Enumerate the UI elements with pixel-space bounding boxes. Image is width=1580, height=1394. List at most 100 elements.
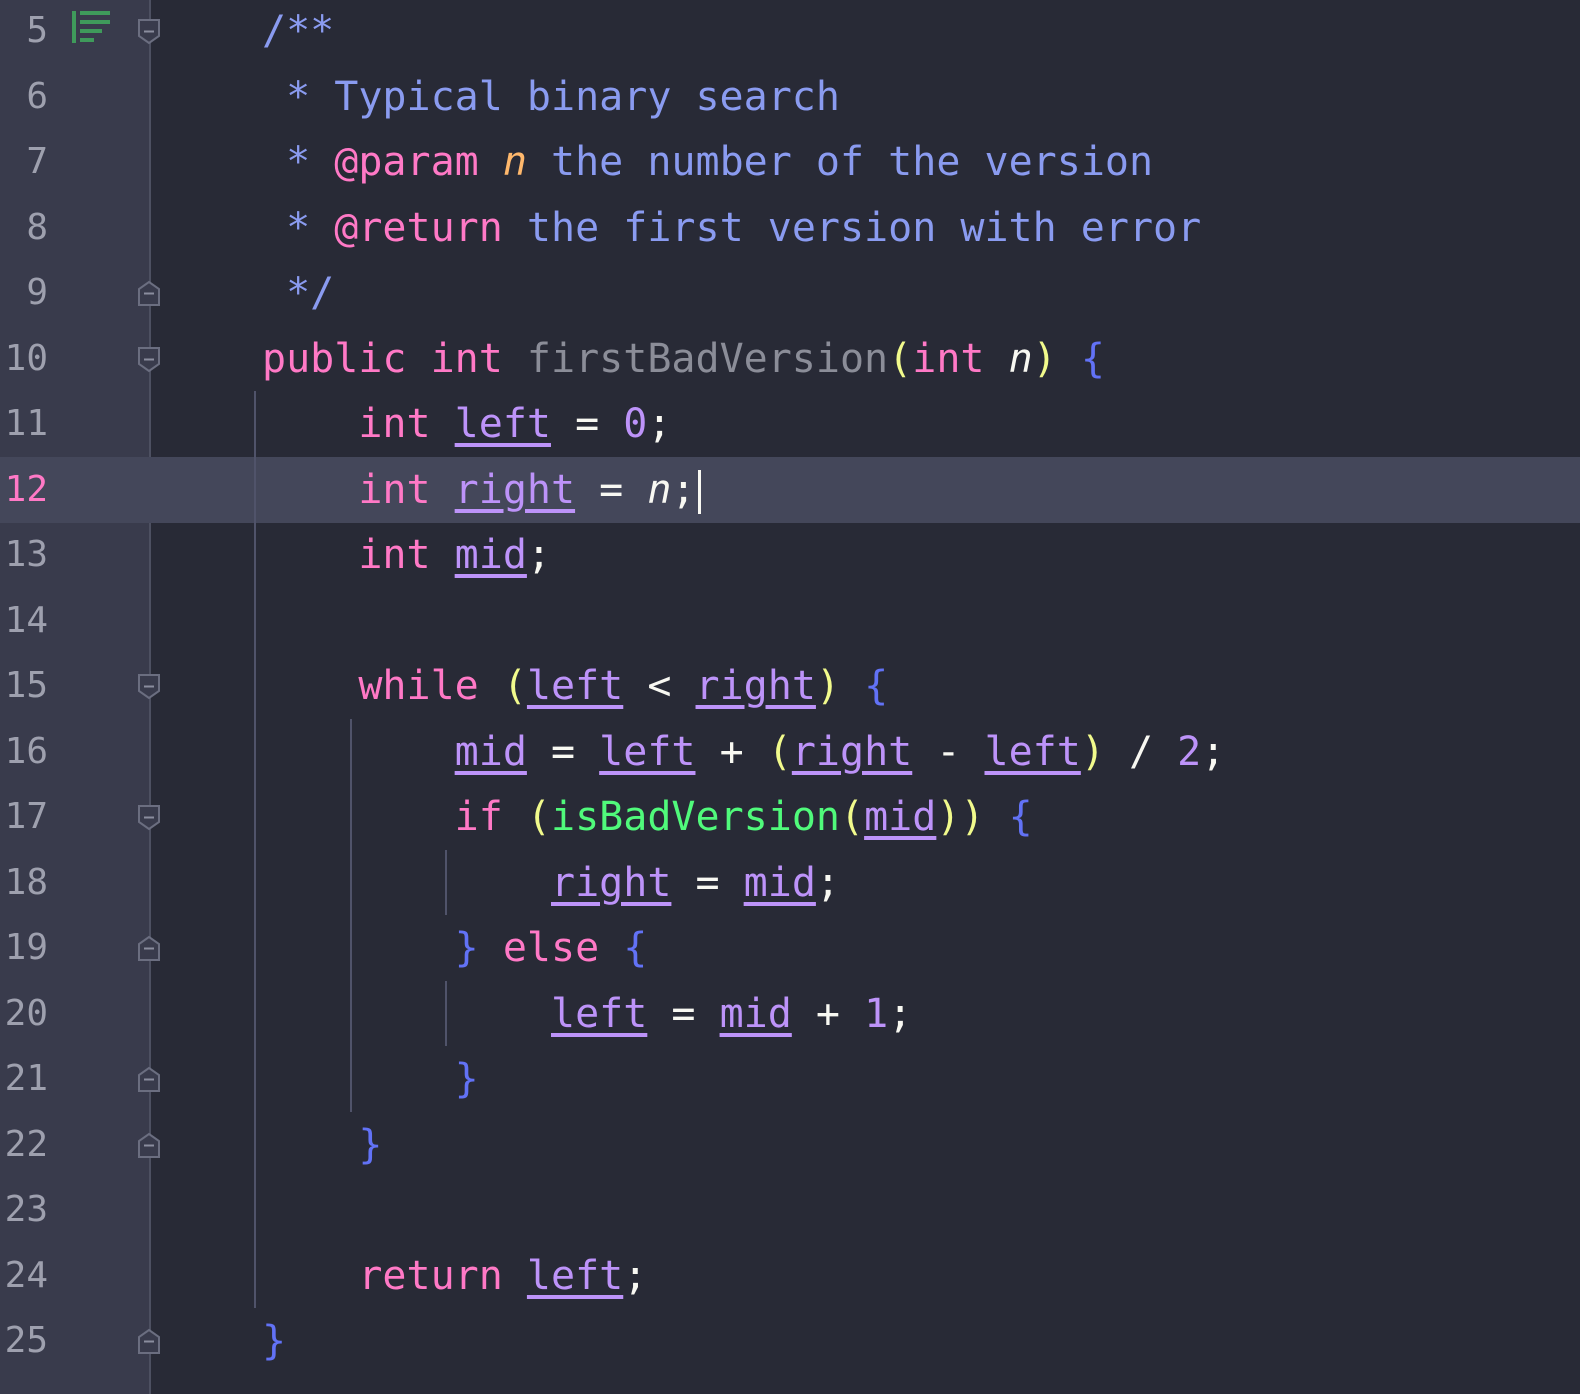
line-number[interactable]: 6 xyxy=(0,64,48,130)
fold-end-icon[interactable] xyxy=(137,1328,161,1355)
code-line[interactable]: 9 */ xyxy=(0,260,1580,326)
code-text[interactable]: mid = left + (right - left) / 2; xyxy=(262,719,1226,785)
code-token: = xyxy=(550,401,624,447)
code-text[interactable]: int mid; xyxy=(262,522,551,588)
code-text[interactable]: /** xyxy=(262,0,334,64)
line-number[interactable]: 13 xyxy=(0,522,48,588)
code-line[interactable]: 10 public int firstBadVersion(int n) { xyxy=(0,326,1580,392)
line-number[interactable]: 5 xyxy=(0,0,48,64)
code-line[interactable]: 6 * Typical binary search xyxy=(0,64,1580,130)
code-line[interactable]: 7 * @param n the number of the version xyxy=(0,129,1580,195)
code-line[interactable]: 5 /** xyxy=(0,0,1580,64)
code-text[interactable]: * @return the first version with error xyxy=(262,195,1201,261)
fold-collapse-icon[interactable] xyxy=(137,673,161,700)
code-editor[interactable]: 5/** 6 * Typical binary search 7 * @param … xyxy=(0,0,1580,1394)
fold-collapse-icon[interactable] xyxy=(137,18,161,45)
comment-token: /** xyxy=(262,8,335,54)
structure-bookmark-icon[interactable] xyxy=(72,11,112,43)
fold-collapse-icon[interactable] xyxy=(137,346,161,373)
line-number[interactable]: 19 xyxy=(0,915,48,981)
line-number[interactable]: 21 xyxy=(0,1046,48,1112)
code-line[interactable]: 8 * @return the first version with error xyxy=(0,195,1580,261)
comment-token: * xyxy=(262,204,335,251)
variable-token: right xyxy=(695,663,816,709)
line-number[interactable]: 10 xyxy=(0,326,48,392)
code-token: } xyxy=(454,1056,479,1102)
line-number[interactable]: 17 xyxy=(0,784,48,850)
line-number[interactable]: 16 xyxy=(0,719,48,785)
code-text[interactable]: left = mid + 1; xyxy=(262,981,912,1047)
code-line[interactable]: 16 mid = left + (right - left) / 2; xyxy=(0,719,1580,785)
code-line[interactable]: 15 while (left < right) { xyxy=(0,653,1580,719)
line-number[interactable]: 9 xyxy=(0,260,48,326)
line-number[interactable]: 8 xyxy=(0,195,48,261)
code-token: 2 xyxy=(1177,728,1202,775)
code-text[interactable]: return left; xyxy=(262,1243,647,1309)
line-number[interactable]: 25 xyxy=(0,1308,48,1374)
code-line[interactable]: 25} xyxy=(0,1308,1580,1374)
line-number[interactable]: 11 xyxy=(0,391,48,457)
keyword-token: return xyxy=(358,1252,503,1299)
code-token: ( xyxy=(840,794,865,840)
code-text[interactable]: public int firstBadVersion(int n) { xyxy=(262,326,1105,392)
line-number[interactable]: 14 xyxy=(0,588,48,654)
code-text[interactable]: right = mid; xyxy=(262,850,840,916)
code-token: { xyxy=(1008,794,1033,840)
code-token: } xyxy=(358,1121,383,1168)
fold-collapse-icon[interactable] xyxy=(137,804,161,831)
fold-end-icon[interactable] xyxy=(137,935,161,962)
code-text[interactable]: } xyxy=(262,1308,286,1374)
code-text[interactable]: int left = 0; xyxy=(262,391,671,457)
code-line[interactable]: 18 right = mid; xyxy=(0,850,1580,916)
text-caret xyxy=(697,469,701,514)
code-token: ; xyxy=(671,466,696,513)
code-text[interactable]: * Typical binary search xyxy=(262,64,840,130)
fold-end-icon[interactable] xyxy=(137,1132,161,1159)
code-text[interactable]: */ xyxy=(262,260,334,326)
keyword-token: int xyxy=(358,532,455,578)
line-number[interactable]: 20 xyxy=(0,981,48,1047)
code-text[interactable]: if (isBadVersion(mid)) { xyxy=(262,784,1033,850)
code-line[interactable]: 22 } xyxy=(0,1112,1580,1178)
code-token: firstBadVersion xyxy=(526,335,889,382)
code-line[interactable]: 17 if (isBadVersion(mid)) { xyxy=(0,784,1580,850)
line-number[interactable]: 12 xyxy=(0,457,48,523)
line-number[interactable]: 15 xyxy=(0,653,48,719)
code-text[interactable]: } xyxy=(262,1112,382,1178)
code-line[interactable]: 19 } else { xyxy=(0,915,1580,981)
code-text[interactable]: } xyxy=(262,1046,479,1112)
line-number[interactable]: 24 xyxy=(0,1243,48,1309)
line-number[interactable]: 22 xyxy=(0,1112,48,1178)
code-text[interactable]: } else { xyxy=(262,915,648,981)
code-line[interactable]: 21 } xyxy=(0,1046,1580,1112)
variable-token: mid xyxy=(454,532,527,578)
code-text[interactable]: * @param n the number of the version xyxy=(262,129,1153,195)
line-number[interactable]: 23 xyxy=(0,1177,48,1243)
keyword-token: int xyxy=(358,466,455,513)
fold-end-icon[interactable] xyxy=(137,280,161,307)
code-token: ; xyxy=(623,1252,648,1299)
code-text[interactable]: while (left < right) { xyxy=(262,653,888,719)
code-line[interactable]: 13 int mid; xyxy=(0,522,1580,588)
comment-token: * xyxy=(262,139,335,185)
fold-end-icon[interactable] xyxy=(137,1066,161,1093)
code-line[interactable]: 24 return left; xyxy=(0,1243,1580,1309)
line-number[interactable]: 18 xyxy=(0,850,48,916)
code-text[interactable]: int right = n; xyxy=(262,457,701,523)
code-line[interactable]: 12 int right = n; xyxy=(0,457,1580,523)
code-token: = xyxy=(575,466,648,513)
code-token: ( xyxy=(767,728,792,775)
code-line[interactable]: 14 xyxy=(0,588,1580,654)
code-line[interactable]: 11 int left = 0; xyxy=(0,391,1580,457)
code-line[interactable]: 20 left = mid + 1; xyxy=(0,981,1580,1047)
line-number[interactable]: 7 xyxy=(0,129,48,195)
code-token: ( xyxy=(526,794,552,840)
code-line[interactable]: 23 xyxy=(0,1177,1580,1243)
